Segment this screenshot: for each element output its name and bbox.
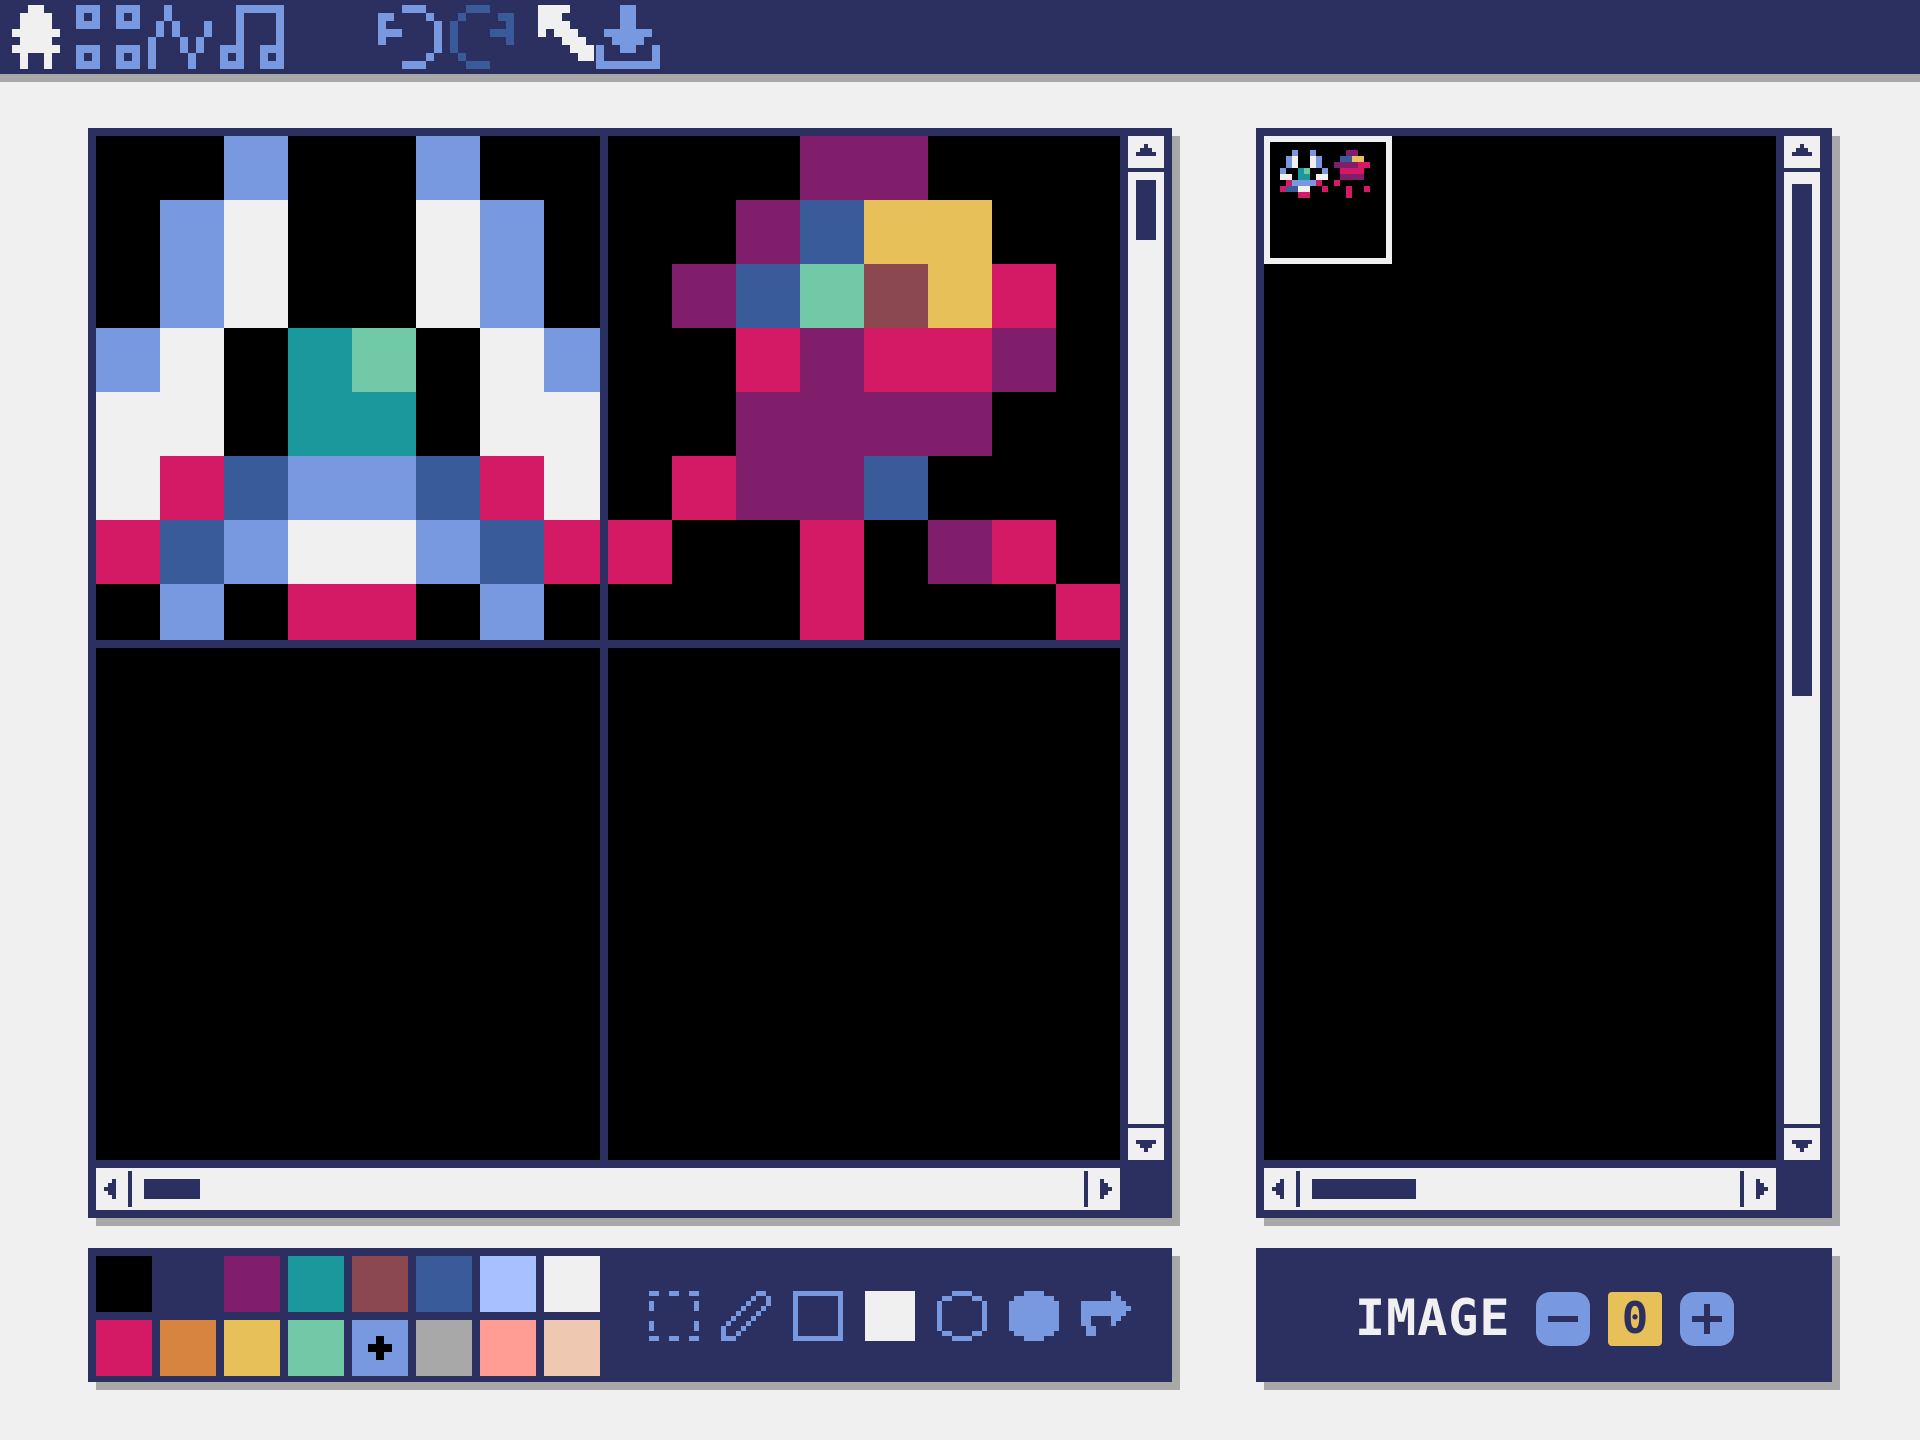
grid-icon[interactable] [76, 5, 140, 69]
sprite-pixels [96, 136, 1120, 648]
pencil-icon[interactable] [716, 1286, 776, 1346]
scroll-right-button[interactable] [1740, 1171, 1776, 1207]
undo-icon[interactable] [378, 5, 442, 69]
scroll-down-button[interactable] [1128, 1124, 1164, 1160]
increment-frame-button[interactable] [1680, 1292, 1734, 1346]
palette-swatch[interactable] [288, 1256, 344, 1312]
scroll-down-button[interactable] [1784, 1124, 1820, 1160]
wave-icon[interactable] [148, 5, 212, 69]
music-note-icon[interactable] [220, 5, 284, 69]
palette-swatch[interactable] [416, 1256, 472, 1312]
scroll-thumb[interactable] [1312, 1179, 1416, 1199]
palette-swatch[interactable] [160, 1256, 216, 1312]
palette-swatch[interactable] [352, 1256, 408, 1312]
plus-icon [1692, 1304, 1722, 1334]
palette-swatch[interactable] [416, 1320, 472, 1376]
palette-swatch[interactable] [96, 1256, 152, 1312]
circle-fill-icon[interactable] [1004, 1286, 1064, 1346]
sprite-canvas[interactable] [96, 136, 1120, 1160]
image-label: IMAGE [1355, 1289, 1511, 1347]
scroll-left-button[interactable] [1264, 1171, 1300, 1207]
download-icon[interactable] [596, 5, 660, 69]
sheet-vertical-scrollbar[interactable] [1784, 136, 1820, 1160]
top-toolbar [0, 0, 1920, 74]
scroll-up-button[interactable] [1784, 136, 1820, 172]
color-palette [96, 1256, 600, 1376]
fill-bucket-icon[interactable] [1076, 1286, 1136, 1346]
rectangle-fill-icon[interactable] [860, 1286, 920, 1346]
palette-swatch[interactable] [544, 1256, 600, 1312]
grid-line-horizontal [96, 640, 1120, 648]
circle-outline-icon[interactable] [932, 1286, 992, 1346]
scroll-right-button[interactable] [1084, 1171, 1120, 1207]
palette-swatch[interactable] [544, 1320, 600, 1376]
editor-vertical-scrollbar[interactable] [1128, 136, 1164, 1160]
grid-line-vertical [600, 136, 608, 1160]
minus-icon [1548, 1316, 1578, 1322]
scroll-thumb[interactable] [144, 1179, 200, 1199]
palette-swatch-selected[interactable] [352, 1320, 408, 1376]
selected-cross-icon [368, 1336, 392, 1360]
select-rect-icon[interactable] [644, 1286, 704, 1346]
decrement-frame-button[interactable] [1536, 1292, 1590, 1346]
editor-horizontal-scrollbar[interactable] [96, 1168, 1120, 1210]
toolbar-shadow [0, 74, 1920, 82]
sprite-sheet-canvas[interactable] [1264, 136, 1776, 1160]
scroll-thumb[interactable] [1136, 180, 1156, 240]
sprite-thumbnail[interactable] [1264, 136, 1392, 264]
palette-swatch[interactable] [288, 1320, 344, 1376]
palette-swatch[interactable] [160, 1320, 216, 1376]
scroll-left-button[interactable] [96, 1171, 132, 1207]
redo-icon[interactable] [450, 5, 514, 69]
palette-swatch[interactable] [224, 1320, 280, 1376]
rectangle-outline-icon[interactable] [788, 1286, 848, 1346]
palette-swatch[interactable] [480, 1320, 536, 1376]
pointer-icon[interactable] [538, 5, 602, 69]
scroll-up-button[interactable] [1128, 136, 1164, 172]
frame-number[interactable]: 0 [1608, 1292, 1662, 1346]
palette-swatch[interactable] [96, 1320, 152, 1376]
palette-swatch[interactable] [224, 1256, 280, 1312]
character-icon[interactable] [4, 5, 68, 69]
sheet-horizontal-scrollbar[interactable] [1264, 1168, 1776, 1210]
sprite-thumbnail-pixels [1280, 150, 1370, 198]
scroll-thumb[interactable] [1792, 184, 1812, 696]
palette-swatch[interactable] [480, 1256, 536, 1312]
